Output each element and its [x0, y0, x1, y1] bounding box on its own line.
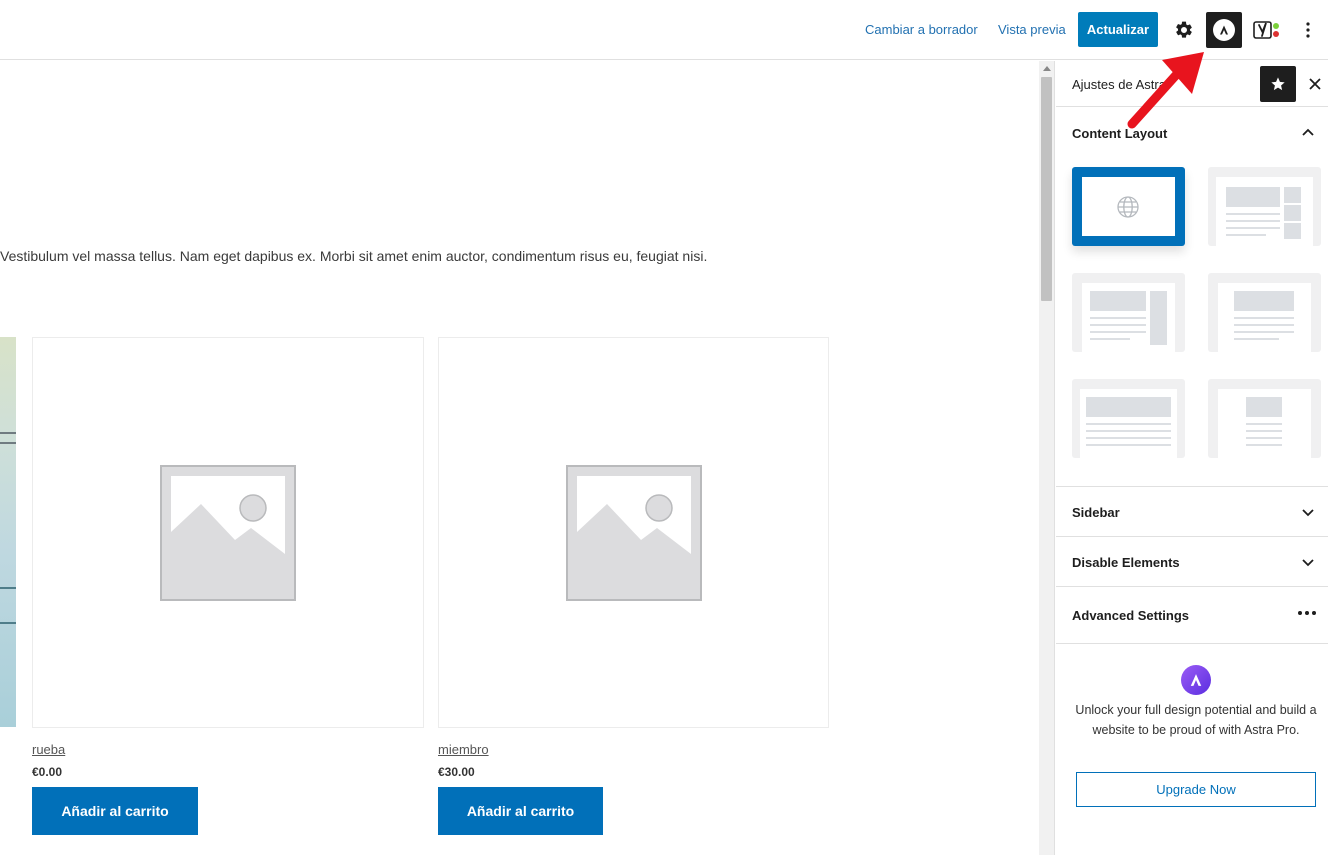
pin-star-icon[interactable] — [1260, 66, 1296, 102]
add-to-cart-button[interactable]: Añadir al carrito — [438, 787, 603, 835]
panel-title: Content Layout — [1072, 126, 1168, 141]
astra-settings-sidebar: Ajustes de Astra Content Layout Sidebar … — [1056, 61, 1328, 855]
image-placeholder-icon[interactable] — [32, 337, 424, 728]
astra-icon[interactable] — [1206, 12, 1242, 48]
upgrade-now-button[interactable]: Upgrade Now — [1076, 772, 1316, 807]
layout-option-content-sidebar[interactable] — [1072, 273, 1185, 352]
astra-logo-icon — [1181, 665, 1211, 695]
editor-top-bar: Cambiar a borrador Vista previa Actualiz… — [0, 0, 1328, 60]
panel-disable-elements-toggle[interactable]: Disable Elements — [1056, 537, 1328, 586]
chevron-up-icon — [1302, 128, 1314, 136]
layout-option-full-width[interactable] — [1072, 379, 1185, 458]
panel-content-layout-toggle[interactable]: Content Layout — [1056, 107, 1328, 153]
chevron-down-icon — [1302, 509, 1314, 517]
paragraph-block[interactable]: Vestibulum vel massa tellus. Nam eget da… — [0, 248, 707, 264]
layout-option-narrow[interactable] — [1208, 273, 1321, 352]
sidebar-title: Ajustes de Astra — [1072, 77, 1166, 92]
panel-advanced-settings-toggle[interactable]: Advanced Settings — [1056, 587, 1328, 643]
product-image-partial — [0, 337, 16, 727]
switch-to-draft-link[interactable]: Cambiar a borrador — [865, 22, 978, 37]
editor-scrollbar[interactable] — [1039, 61, 1055, 855]
promo-text: Unlock your full design potential and bu… — [1075, 703, 1317, 737]
preview-link[interactable]: Vista previa — [998, 22, 1066, 37]
editor-canvas: Vestibulum vel massa tellus. Nam eget da… — [0, 61, 1039, 855]
image-placeholder-icon[interactable] — [438, 337, 829, 728]
layout-option-narrow-width[interactable] — [1208, 379, 1321, 458]
yoast-icon[interactable] — [1248, 12, 1284, 48]
add-to-cart-button[interactable]: Añadir al carrito — [32, 787, 198, 835]
product-card: miembro €30.00 Añadir al carrito — [438, 337, 829, 835]
product-name-link[interactable]: miembro — [438, 742, 829, 757]
panel-title: Disable Elements — [1072, 555, 1180, 570]
globe-icon — [1117, 196, 1139, 218]
chevron-down-icon — [1302, 559, 1314, 567]
update-button[interactable]: Actualizar — [1078, 12, 1158, 47]
panel-title: Sidebar — [1072, 505, 1120, 520]
scroll-up-arrow-icon[interactable] — [1043, 66, 1051, 71]
product-price: €0.00 — [32, 765, 63, 779]
panel-sidebar-toggle[interactable]: Sidebar — [1056, 487, 1328, 536]
more-horizontal-icon[interactable] — [1297, 610, 1317, 616]
sidebar-header: Ajustes de Astra — [1056, 61, 1328, 107]
scrollbar-thumb[interactable] — [1041, 77, 1052, 301]
product-name-link[interactable]: rueba — [32, 742, 424, 757]
settings-gear-icon[interactable] — [1166, 12, 1202, 48]
close-icon[interactable] — [1305, 72, 1325, 96]
more-vertical-icon[interactable] — [1290, 12, 1326, 48]
layout-option-boxed-right-sidebar[interactable] — [1208, 167, 1321, 246]
product-card: rueba €0.00 Añadir al carrito — [32, 337, 424, 835]
panel-title: Advanced Settings — [1072, 608, 1190, 623]
product-price: €30.00 — [438, 765, 475, 779]
layout-option-default[interactable] — [1072, 167, 1185, 246]
